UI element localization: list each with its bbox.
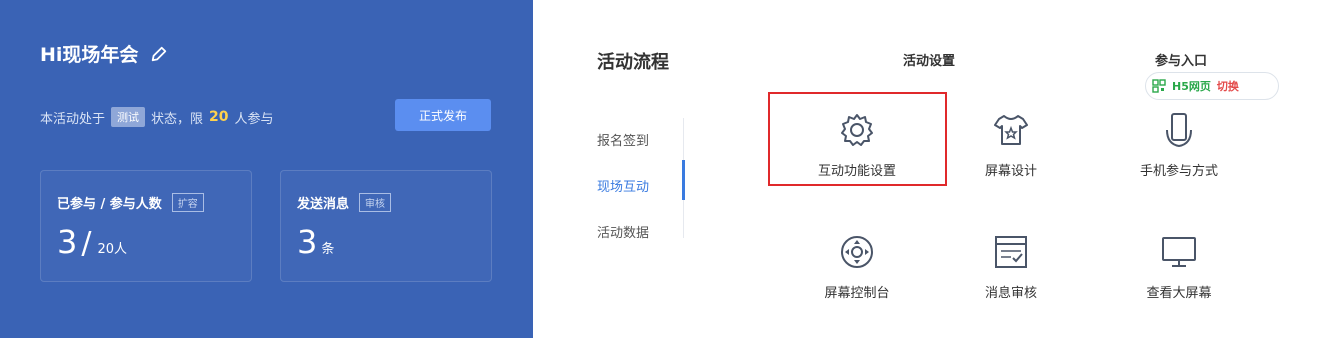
gear-icon <box>841 114 873 146</box>
expand-capacity-button[interactable]: 扩容 <box>171 193 204 212</box>
tile-label: 屏幕控制台 <box>824 286 890 301</box>
slash-separator: / <box>81 226 92 261</box>
participants-count: 3 <box>57 223 78 261</box>
tile-screen-design[interactable]: 屏幕设计 <box>951 110 1071 179</box>
participant-limit: 20 <box>209 109 229 125</box>
tshirt-icon <box>994 115 1028 145</box>
messages-unit: 条 <box>321 242 335 257</box>
tile-label: 手机参与方式 <box>1139 164 1218 179</box>
messages-label-row: 发送消息 审核 <box>297 193 392 212</box>
tile-label: 查看大屏幕 <box>1146 286 1212 301</box>
messages-value: 3 条 <box>297 223 334 261</box>
nav-item-live-interaction[interactable]: 现场互动 <box>597 176 649 195</box>
phone-hand-icon <box>1166 113 1192 148</box>
tile-interactive-settings[interactable]: 互动功能设置 <box>797 110 917 179</box>
participants-label-row: 已参与 / 参与人数 扩容 <box>57 193 204 212</box>
nav-item-activity-data[interactable]: 活动数据 <box>597 222 649 241</box>
tile-view-big-screen[interactable]: 查看大屏幕 <box>1119 232 1239 301</box>
column-settings-header: 活动设置 <box>903 54 956 69</box>
publish-button[interactable]: 正式发布 <box>395 99 491 131</box>
status-suffix: 人参与 <box>234 111 274 127</box>
status-tag-test: 测试 <box>111 107 146 127</box>
participants-limit: 20人 <box>97 242 128 257</box>
participants-card: 已参与 / 参与人数 扩容 3 / 20人 <box>40 170 252 282</box>
tile-mobile-participation[interactable]: 手机参与方式 <box>1119 110 1239 179</box>
event-title: Hi现场年会 <box>40 40 168 67</box>
review-button[interactable]: 审核 <box>359 193 392 212</box>
nav-item-signup[interactable]: 报名签到 <box>597 130 649 149</box>
participants-value: 3 / 20人 <box>57 223 127 261</box>
status-prefix: 本活动处于 <box>40 111 106 127</box>
review-list-icon <box>995 236 1027 268</box>
page: Hi现场年会 本活动处于 测试 状态，限 20 人参与 正式发布 已参与 / 参… <box>0 0 1320 338</box>
event-status-line: 本活动处于 测试 状态，限 20 人参与 <box>40 107 274 127</box>
messages-card: 发送消息 审核 3 条 <box>280 170 492 282</box>
gamepad-dial-icon <box>841 236 873 268</box>
entry-method-label: H5网页 <box>1172 80 1211 93</box>
edit-pencil-icon[interactable] <box>150 45 168 63</box>
messages-count: 3 <box>297 223 318 261</box>
tile-label: 屏幕设计 <box>984 164 1037 179</box>
event-summary-panel: Hi现场年会 本活动处于 测试 状态，限 20 人参与 正式发布 已参与 / 参… <box>0 0 533 338</box>
tile-message-review[interactable]: 消息审核 <box>951 232 1071 301</box>
column-entry-header: 参与入口 <box>1155 54 1208 69</box>
participants-label: 已参与 / 参与人数 <box>57 197 162 212</box>
monitor-icon <box>1162 237 1196 267</box>
tile-label: 消息审核 <box>984 286 1037 301</box>
messages-label: 发送消息 <box>297 197 350 212</box>
section-title: 活动流程 <box>597 52 669 73</box>
qr-grid-icon <box>1152 79 1166 93</box>
activity-flow-panel: 活动流程 活动设置 参与入口 报名签到 现场互动 活动数据 互动功能设置 屏幕设… <box>533 0 1320 338</box>
switch-button[interactable]: 切换 <box>1217 78 1239 94</box>
nav-active-indicator <box>682 160 685 200</box>
entry-method-badge: H5网页 切换 <box>1145 72 1279 100</box>
status-mid: 状态，限 <box>151 111 204 127</box>
tile-label: 互动功能设置 <box>817 164 896 179</box>
event-title-text: Hi现场年会 <box>40 44 139 66</box>
tile-screen-console[interactable]: 屏幕控制台 <box>797 232 917 301</box>
